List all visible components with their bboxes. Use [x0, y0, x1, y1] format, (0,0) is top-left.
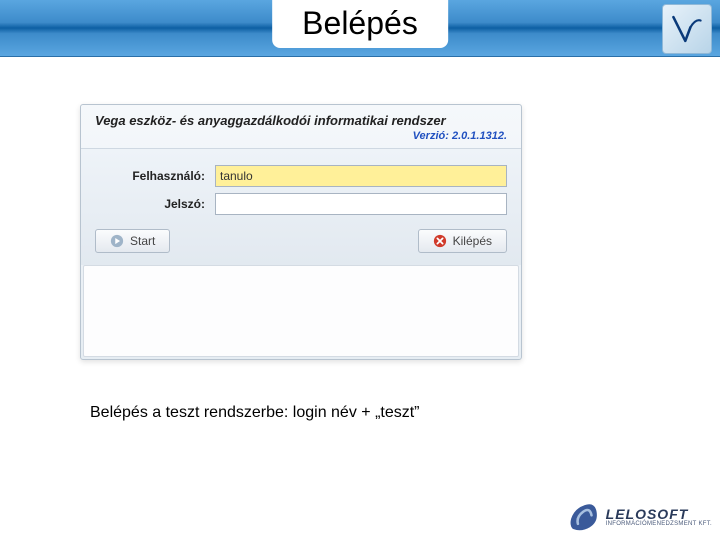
dialog-body: Felhasználó: Jelszó: Start Kilépés: [81, 148, 521, 265]
dialog-version: Verzió: 2.0.1.1312.: [81, 130, 521, 148]
slide-caption: Belépés a teszt rendszerbe: login név + …: [90, 404, 420, 422]
footer-logo: LELOSOFT INFORMÁCIÓMENEDZSMENT KFT.: [566, 500, 712, 534]
close-icon: [433, 234, 447, 248]
dialog-title: Vega eszköz- és anyaggazdálkodói informa…: [81, 105, 521, 130]
exit-button[interactable]: Kilépés: [418, 229, 507, 253]
footer-tagline: INFORMÁCIÓMENEDZSMENT KFT.: [606, 521, 712, 527]
row-password: Jelszó:: [95, 193, 507, 215]
username-label: Felhasználó:: [95, 169, 215, 183]
username-input[interactable]: [215, 165, 507, 187]
password-input[interactable]: [215, 193, 507, 215]
footer-brand: LELOSOFT: [606, 507, 712, 521]
login-dialog: Vega eszköz- és anyaggazdálkodói informa…: [80, 104, 522, 360]
vega-logo-icon: [662, 4, 712, 54]
password-label: Jelszó:: [95, 197, 215, 211]
row-username: Felhasználó:: [95, 165, 507, 187]
button-row: Start Kilépés: [95, 229, 507, 253]
start-button-label: Start: [130, 234, 155, 248]
play-icon: [110, 234, 124, 248]
start-button[interactable]: Start: [95, 229, 170, 253]
page-title: Belépés: [272, 0, 448, 48]
exit-button-label: Kilépés: [453, 234, 492, 248]
lelosoft-mark-icon: [566, 500, 600, 534]
footer-text: LELOSOFT INFORMÁCIÓMENEDZSMENT KFT.: [606, 507, 712, 527]
slide-header: Belépés: [0, 0, 720, 57]
log-area: [83, 265, 519, 357]
